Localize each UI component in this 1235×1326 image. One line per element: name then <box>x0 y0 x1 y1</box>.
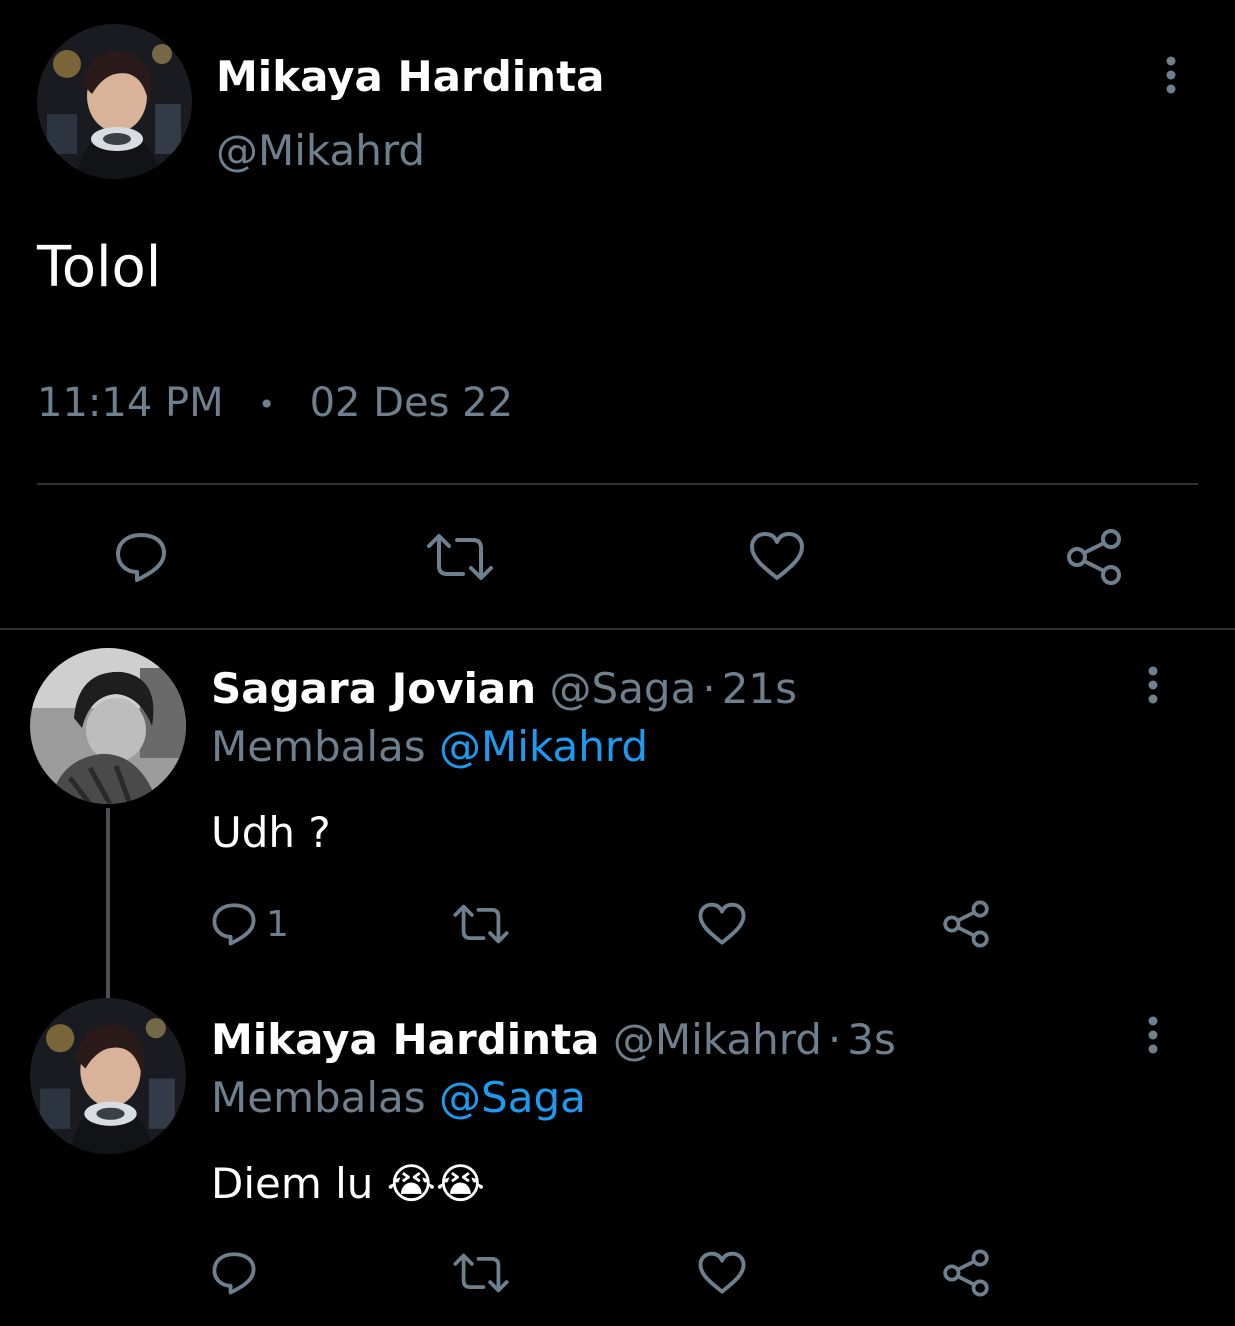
heart-icon <box>698 1251 746 1294</box>
reply1-retweet-button[interactable] <box>451 898 511 950</box>
reply1-share-button[interactable] <box>938 898 994 950</box>
reply2-retweet-button[interactable] <box>451 1247 511 1299</box>
reply2-like-button[interactable] <box>694 1247 750 1299</box>
main-reply-button[interactable] <box>108 524 174 590</box>
more-vertical-icon <box>1148 1016 1158 1054</box>
reply1-display-name[interactable]: Sagara Jovian <box>211 664 536 713</box>
main-retweet-button[interactable] <box>424 524 496 590</box>
avatar-mikaya-image <box>37 24 192 179</box>
main-share-button[interactable] <box>1061 524 1127 590</box>
avatar-mikaya[interactable] <box>37 24 192 179</box>
main-more-button[interactable] <box>1151 50 1191 100</box>
reply1-reply-button[interactable]: 1 <box>210 898 300 950</box>
avatar-mikaya-image <box>30 998 186 1154</box>
main-tweet-divider <box>37 483 1198 485</box>
reply2-handle[interactable]: @Mikahrd <box>613 1015 822 1064</box>
thread-connector <box>106 808 110 998</box>
share-icon <box>943 1249 989 1297</box>
reply2-age: 3s <box>847 1015 896 1064</box>
reply2-reply-button[interactable] <box>210 1247 266 1299</box>
reply1-age: 21s <box>721 664 798 713</box>
reply1-dot: · <box>702 664 716 713</box>
reply2-replying-prefix: Membalas <box>211 1073 426 1122</box>
reply2-more-button[interactable] <box>1133 1010 1173 1060</box>
reply2-replying-link[interactable]: @Saga <box>439 1073 586 1122</box>
reply1-like-button[interactable] <box>694 898 750 950</box>
retweet-icon <box>453 904 509 944</box>
heart-icon <box>750 532 804 580</box>
reply1-replying-link[interactable]: @Mikahrd <box>439 722 648 771</box>
more-vertical-icon <box>1148 666 1158 704</box>
main-tweet-timestamp: 11:14 PM • 02 Des 22 <box>37 376 513 432</box>
avatar-sagara[interactable] <box>30 648 186 804</box>
timestamp-separator: • <box>258 388 275 421</box>
reply1-more-button[interactable] <box>1133 660 1173 710</box>
avatar-mikaya-reply[interactable] <box>30 998 186 1154</box>
main-display-name[interactable]: Mikaya Hardinta <box>216 50 605 104</box>
reply2-dot: · <box>827 1015 842 1064</box>
reply1-handle[interactable]: @Saga <box>550 664 697 713</box>
reply2-header: Mikaya Hardinta @Mikahrd · 3s <box>211 1013 896 1067</box>
avatar-sagara-image <box>30 648 186 804</box>
retweet-icon <box>427 534 493 580</box>
reply1-text: Udh ? <box>211 808 331 857</box>
main-tweet-time: 11:14 PM <box>37 380 224 426</box>
reply2-share-button[interactable] <box>938 1247 994 1299</box>
reply-icon <box>116 533 166 582</box>
main-tweet-text: Tolol <box>37 235 162 300</box>
share-icon <box>943 900 989 948</box>
reply1-header: Sagara Jovian @Saga · 21s <box>211 662 797 716</box>
reply1-reply-count: 1 <box>266 903 289 945</box>
reply2-replying-to: Membalas @Saga <box>211 1071 586 1125</box>
section-divider <box>0 628 1235 630</box>
main-tweet-date: 02 Des 22 <box>309 380 514 426</box>
reply-icon <box>212 903 256 946</box>
reply2-text: Diem lu 😭😭 <box>211 1159 485 1208</box>
heart-icon <box>698 902 746 945</box>
retweet-icon <box>453 1253 509 1293</box>
more-vertical-icon <box>1166 56 1176 94</box>
reply1-replying-prefix: Membalas <box>211 722 426 771</box>
reply2-display-name[interactable]: Mikaya Hardinta <box>211 1015 600 1064</box>
reply1-replying-to: Membalas @Mikahrd <box>211 720 648 774</box>
main-handle[interactable]: @Mikahrd <box>216 124 425 178</box>
main-like-button[interactable] <box>744 524 810 590</box>
reply-icon <box>212 1252 256 1295</box>
share-icon <box>1067 529 1121 585</box>
